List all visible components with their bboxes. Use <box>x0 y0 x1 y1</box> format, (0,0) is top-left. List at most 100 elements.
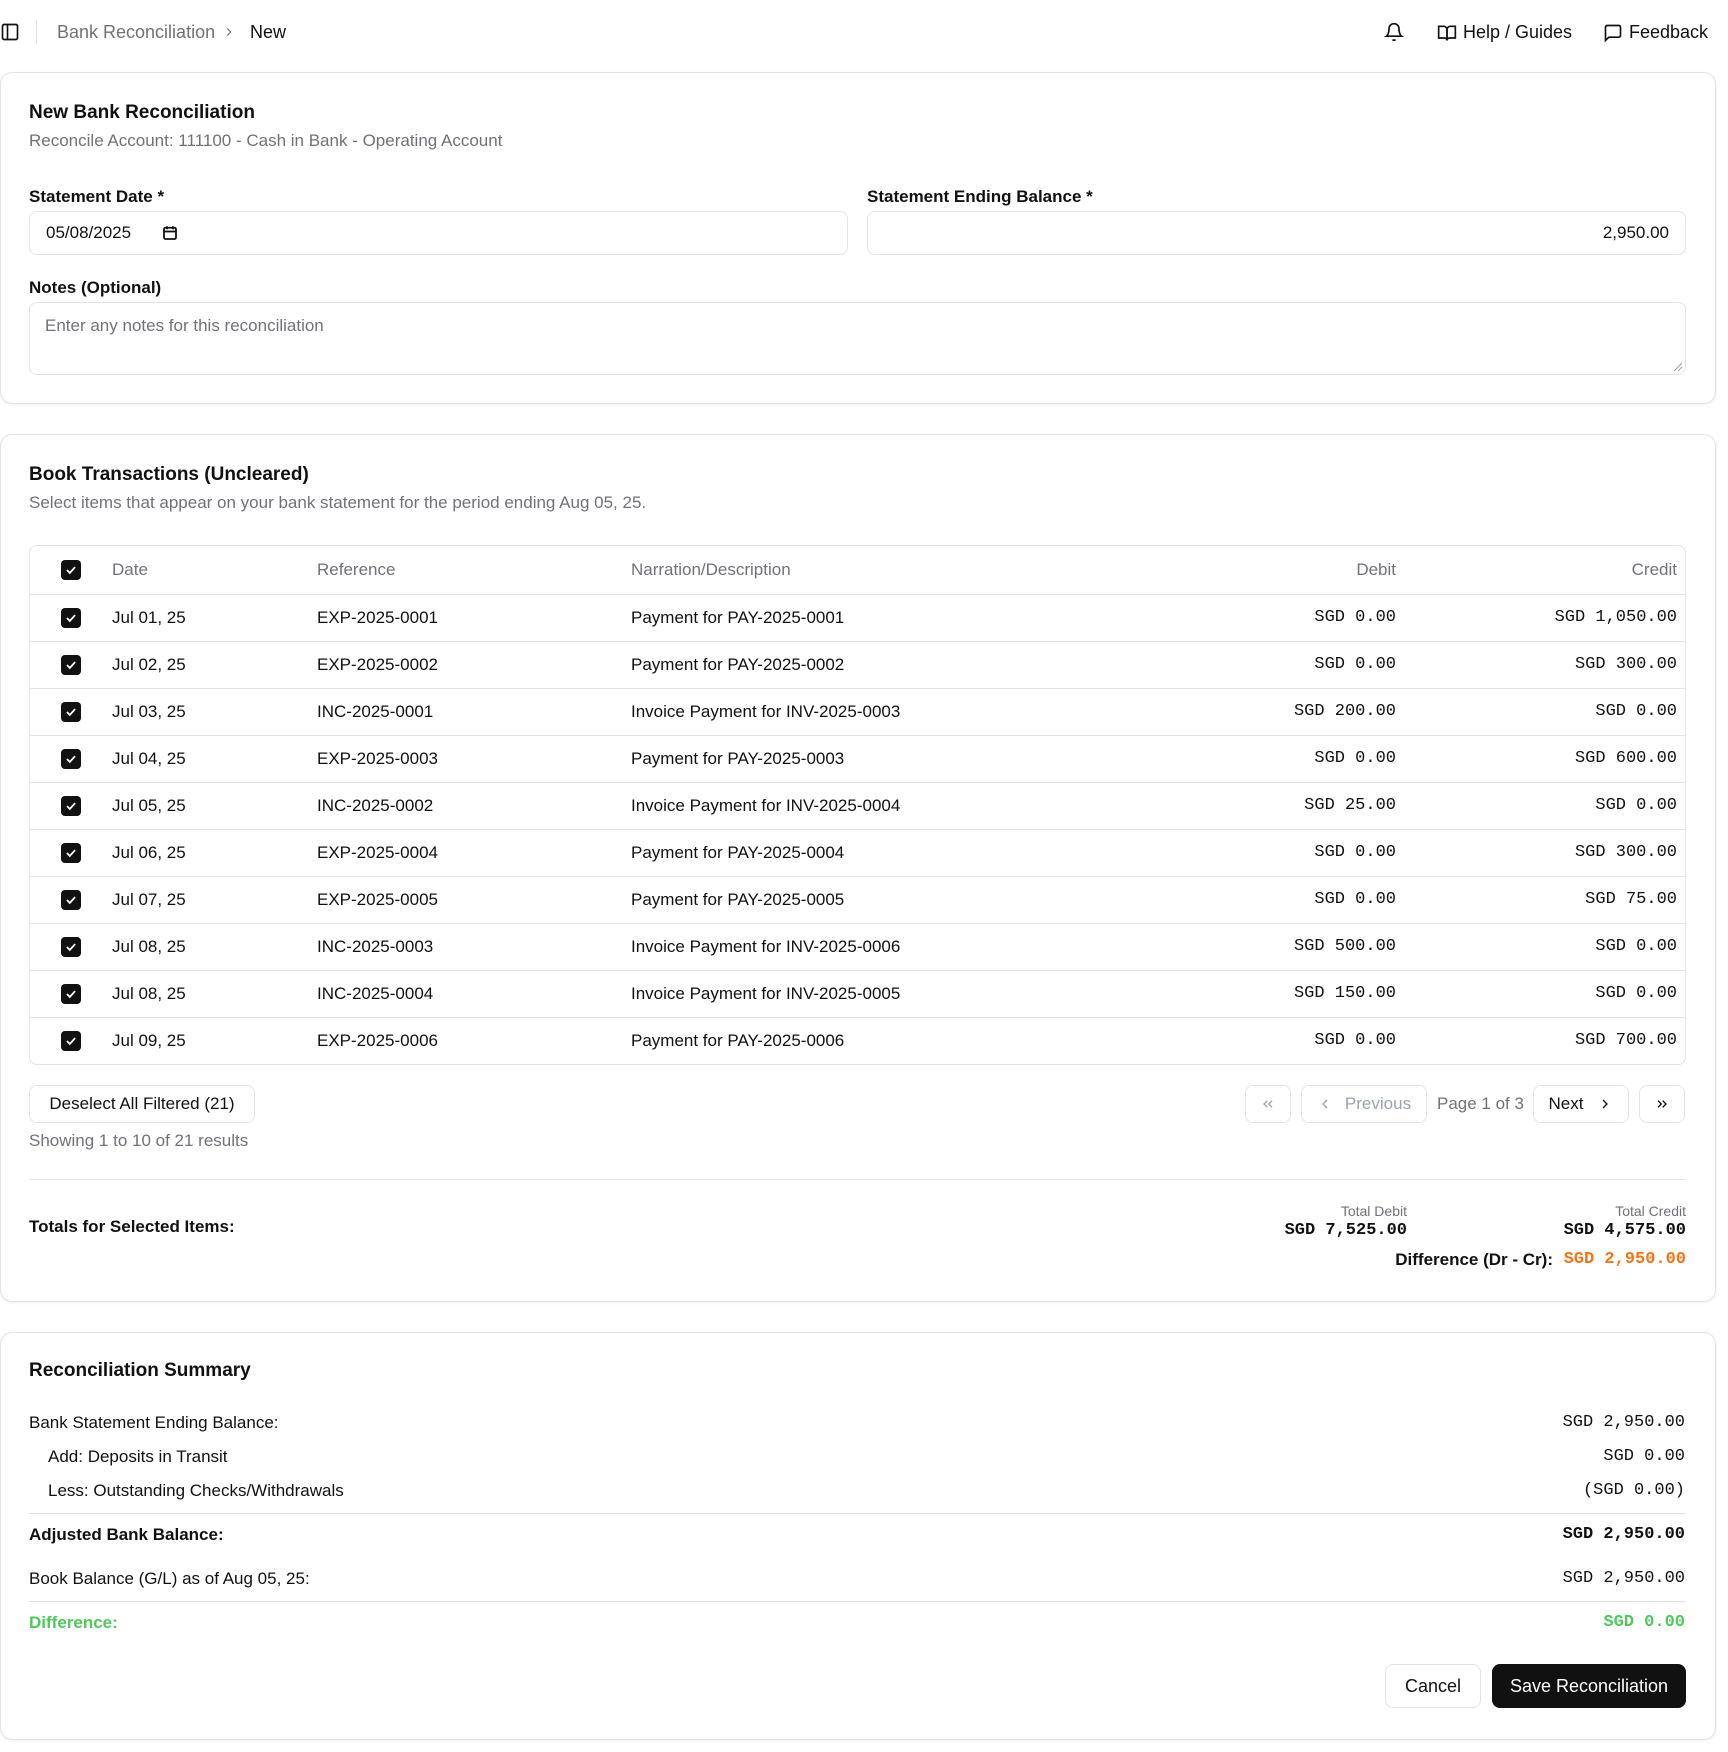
resize-handle-icon[interactable] <box>1673 362 1683 372</box>
row-narration: Payment for PAY-2025-0003 <box>631 735 1126 783</box>
row-narration: Invoice Payment for INV-2025-0004 <box>631 782 1126 830</box>
statement-date-input[interactable]: 05/08/2025 <box>29 211 848 255</box>
help-guides-label: Help / Guides <box>1463 22 1573 42</box>
row-checkbox-cell <box>30 829 112 877</box>
row-narration: Payment for PAY-2025-0006 <box>631 1030 845 1050</box>
column-header-reference[interactable]: Reference <box>317 546 631 595</box>
row-checkbox[interactable] <box>61 889 81 910</box>
row-narration: Payment for PAY-2025-0004 <box>631 829 1126 877</box>
row-checkbox[interactable] <box>61 654 81 675</box>
row-narration: Invoice Payment for INV-2025-0006 <box>631 923 1126 971</box>
check-icon <box>66 943 76 951</box>
help-guides-link[interactable]: Help / Guides <box>1437 22 1572 43</box>
column-header-narration[interactable]: Narration/Description <box>631 546 1126 595</box>
divider <box>29 1513 1686 1514</box>
row-debit: SGD 0.00 <box>1126 594 1406 642</box>
summary-row-label: Less: Outstanding Checks/Withdrawals <box>48 1481 344 1500</box>
summary-difference-label: Difference: <box>29 1613 118 1632</box>
summary-row-label: Book Balance (G/L) as of Aug 05, 25: <box>29 1569 310 1588</box>
row-date: Jul 04, 25 <box>112 735 317 783</box>
reconciliation-form-card: New Bank Reconciliation Reconcile Accoun… <box>0 72 1716 404</box>
bell-icon[interactable] <box>1384 22 1404 42</box>
divider <box>36 20 37 44</box>
showing-results-text: Showing 1 to 10 of 21 results <box>29 1131 249 1150</box>
table-body: Jul 01, 25 EXP-2025-0001 Payment for PAY… <box>30 594 1685 1064</box>
row-credit: SGD 0.00 <box>1406 923 1685 971</box>
top-bar: Bank Reconciliation New Help / Guides Fe… <box>0 0 1728 64</box>
sidebar-toggle-icon[interactable] <box>0 22 20 42</box>
row-checkbox-cell <box>30 641 112 689</box>
table-row[interactable]: Jul 02, 25 EXP-2025-0002 Payment for PAY… <box>30 641 1685 689</box>
table-row[interactable]: Jul 09, 25 EXP-2025-0006 Payment for PAY… <box>30 1017 1685 1064</box>
row-debit: SGD 0.00 <box>1126 735 1406 783</box>
save-reconciliation-button[interactable]: Save Reconciliation <box>1492 1664 1686 1708</box>
table-row[interactable]: Jul 06, 25 EXP-2025-0004 Payment for PAY… <box>30 829 1685 877</box>
row-reference: EXP-2025-0006 <box>317 1030 438 1050</box>
table-row[interactable]: Jul 01, 25 EXP-2025-0001 Payment for PAY… <box>30 594 1685 642</box>
column-header-debit[interactable]: Debit <box>1126 546 1406 595</box>
row-checkbox-cell <box>30 735 112 783</box>
table-row[interactable]: Jul 04, 25 EXP-2025-0003 Payment for PAY… <box>30 735 1685 783</box>
table-header-row: Date Reference Narration/Description Deb… <box>30 546 1685 595</box>
previous-page-button[interactable]: Previous <box>1301 1085 1427 1123</box>
total-debit-label: Total Debit <box>1340 1203 1407 1219</box>
row-checkbox-cell <box>30 923 112 971</box>
row-checkbox[interactable] <box>61 795 81 816</box>
notes-textarea[interactable]: Enter any notes for this reconciliation <box>29 302 1686 375</box>
table-row[interactable]: Jul 03, 25 INC-2025-0001 Invoice Payment… <box>30 688 1685 736</box>
chevron-right-icon <box>1603 1099 1609 1109</box>
ending-balance-value: 2,950.00 <box>1602 223 1669 242</box>
totals-label: Totals for Selected Items: <box>29 1217 235 1236</box>
page-indicator: Page 1 of 3 <box>1437 1094 1524 1113</box>
row-date: Jul 05, 25 <box>112 782 317 830</box>
notes-label: Notes (Optional) <box>29 278 162 297</box>
row-credit: SGD 700.00 <box>1574 1031 1677 1051</box>
table-row[interactable]: Jul 08, 25 INC-2025-0003 Invoice Payment… <box>30 923 1685 971</box>
table-row[interactable]: Jul 07, 25 EXP-2025-0005 Payment for PAY… <box>30 876 1685 924</box>
last-page-button[interactable] <box>1639 1085 1685 1123</box>
column-header-date[interactable]: Date <box>112 546 317 595</box>
chevron-right-icon <box>226 28 232 36</box>
chevron-left-icon <box>1321 1099 1328 1109</box>
calendar-icon[interactable] <box>161 224 179 242</box>
next-page-button[interactable]: Next <box>1533 1085 1629 1123</box>
row-narration: Payment for PAY-2025-0001 <box>631 594 1126 642</box>
summary-title: Reconciliation Summary <box>29 1360 251 1381</box>
table-row[interactable]: Jul 05, 25 INC-2025-0002 Invoice Payment… <box>30 782 1685 830</box>
row-reference: EXP-2025-0003 <box>317 735 631 783</box>
row-checkbox[interactable] <box>61 701 81 722</box>
check-icon <box>66 614 76 622</box>
check-icon <box>66 1037 76 1046</box>
first-page-button[interactable] <box>1245 1085 1291 1123</box>
row-checkbox[interactable] <box>61 607 81 628</box>
total-credit-label: Total Credit <box>1615 1203 1686 1219</box>
table-row[interactable]: Jul 08, 25 INC-2025-0004 Invoice Payment… <box>30 970 1685 1018</box>
check-icon <box>66 661 76 669</box>
row-checkbox[interactable] <box>61 842 81 863</box>
row-credit: SGD 0.00 <box>1406 782 1685 830</box>
row-debit: SGD 0.00 <box>1126 641 1406 689</box>
row-checkbox[interactable] <box>61 1031 81 1051</box>
divider <box>29 1179 1686 1180</box>
column-header-credit[interactable]: Credit <box>1406 546 1685 595</box>
check-icon <box>66 896 76 904</box>
deselect-all-button[interactable]: Deselect All Filtered (21) <box>29 1085 255 1123</box>
breadcrumb-parent[interactable]: Bank Reconciliation <box>57 22 215 43</box>
cancel-button[interactable]: Cancel <box>1385 1664 1481 1708</box>
row-checkbox[interactable] <box>61 983 81 1004</box>
row-checkbox-cell <box>30 1017 112 1064</box>
row-credit: SGD 1,050.00 <box>1406 594 1685 642</box>
chevrons-left-icon <box>1263 1100 1273 1108</box>
row-checkbox[interactable] <box>61 936 81 957</box>
select-all-checkbox[interactable] <box>61 560 81 580</box>
row-credit: SGD 0.00 <box>1406 688 1685 736</box>
row-date: Jul 06, 25 <box>112 829 317 877</box>
feedback-label: Feedback <box>1629 22 1709 42</box>
select-all-cell <box>30 546 112 595</box>
row-checkbox[interactable] <box>61 748 81 769</box>
row-narration: Payment for PAY-2025-0002 <box>631 641 1126 689</box>
ending-balance-input[interactable]: 2,950.00 <box>867 211 1686 255</box>
feedback-link[interactable]: Feedback <box>1603 22 1708 43</box>
row-reference: INC-2025-0001 <box>317 688 631 736</box>
summary-difference-value: SGD 0.00 <box>1603 1613 1685 1632</box>
